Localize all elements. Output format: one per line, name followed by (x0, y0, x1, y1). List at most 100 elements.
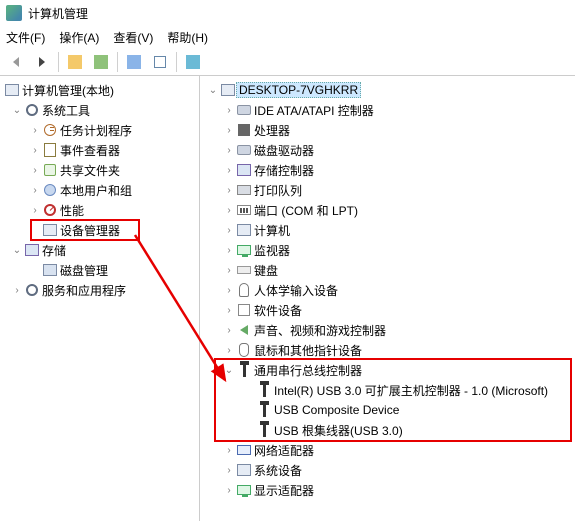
device-print[interactable]: ›打印队列 (200, 180, 575, 200)
device-disk-drive[interactable]: › 磁盘驱动器 (200, 140, 575, 160)
tree-event-viewer[interactable]: › 事件查看器 (0, 140, 199, 160)
expand-icon[interactable]: › (28, 185, 42, 196)
device-monitor[interactable]: ›监视器 (200, 240, 575, 260)
back-button[interactable] (4, 51, 28, 73)
title-bar: 计算机管理 (0, 0, 575, 26)
tree-storage[interactable]: ⌄ 存储 (0, 240, 199, 260)
device-storage-ctrl[interactable]: › 存储控制器 (200, 160, 575, 180)
software-icon (236, 302, 252, 318)
menu-file[interactable]: 文件(F) (6, 29, 45, 46)
toolbar-btn-3[interactable] (122, 51, 146, 73)
device-display[interactable]: › 显示适配器 (200, 480, 575, 500)
tree-label: 系统工具 (40, 102, 92, 119)
collapse-icon[interactable]: ⌄ (10, 105, 24, 116)
expand-icon[interactable]: › (10, 285, 24, 296)
tree-performance[interactable]: › 性能 (0, 200, 199, 220)
device-net[interactable]: › 网络适配器 (200, 440, 575, 460)
window-title: 计算机管理 (28, 5, 88, 22)
device-host[interactable]: ⌄ DESKTOP-7VGHKRR (200, 80, 575, 100)
device-label: 显示适配器 (252, 482, 316, 499)
expand-icon[interactable]: › (222, 145, 236, 156)
toolbar-btn-2[interactable] (89, 51, 113, 73)
tree-task-scheduler[interactable]: › 任务计划程序 (0, 120, 199, 140)
expand-icon[interactable]: › (222, 285, 236, 296)
tree-disk-mgmt[interactable]: 磁盘管理 (0, 260, 199, 280)
menu-view[interactable]: 查看(V) (113, 29, 153, 46)
device-label: 网络适配器 (252, 442, 316, 459)
expand-icon[interactable]: › (222, 305, 236, 316)
device-label: 端口 (COM 和 LPT) (252, 202, 360, 219)
device-usb-ctrl[interactable]: ⌄通用串行总线控制器 (200, 360, 575, 380)
toolbar-btn-5[interactable] (181, 51, 205, 73)
device-sound[interactable]: › 声音、视频和游戏控制器 (200, 320, 575, 340)
usb-icon (236, 362, 252, 378)
expand-icon[interactable]: › (222, 165, 236, 176)
port-icon (236, 202, 252, 218)
device-label: 声音、视频和游戏控制器 (252, 322, 388, 339)
expand-icon[interactable]: › (222, 485, 236, 496)
toolbar-btn-4[interactable] (148, 51, 172, 73)
device-label: 存储控制器 (252, 162, 316, 179)
tree-label: 性能 (58, 202, 86, 219)
tree-label: 任务计划程序 (58, 122, 134, 139)
keyboard-icon (236, 262, 252, 278)
tree-root[interactable]: 计算机管理(本地) (0, 80, 199, 100)
tree-local-users[interactable]: › 本地用户和组 (0, 180, 199, 200)
toolbar-icon (68, 55, 82, 69)
device-ide[interactable]: ›IDE ATA/ATAPI 控制器 (200, 100, 575, 120)
tree-label: 事件查看器 (58, 142, 122, 159)
toolbar-icon (186, 55, 200, 69)
device-ports[interactable]: › 端口 (COM 和 LPT) (200, 200, 575, 220)
network-icon (236, 442, 252, 458)
expand-icon[interactable]: › (222, 205, 236, 216)
toolbar-icon (127, 55, 141, 69)
device-usb-intel[interactable]: Intel(R) USB 3.0 可扩展主机控制器 - 1.0 (Microso… (200, 380, 575, 400)
expand-icon[interactable]: › (222, 245, 236, 256)
device-sysdev[interactable]: ›系统设备 (200, 460, 575, 480)
device-usb-composite[interactable]: USB Composite Device (200, 400, 575, 420)
device-keyboard[interactable]: ›键盘 (200, 260, 575, 280)
arrow-right-icon (39, 57, 45, 67)
expand-icon[interactable]: › (222, 265, 236, 276)
device-computer[interactable]: ›计算机 (200, 220, 575, 240)
expand-icon[interactable]: › (222, 325, 236, 336)
device-label: 磁盘驱动器 (252, 142, 316, 159)
expand-icon[interactable]: › (222, 185, 236, 196)
collapse-icon[interactable]: ⌄ (206, 85, 220, 96)
device-cpu[interactable]: ›处理器 (200, 120, 575, 140)
expand-icon[interactable]: › (222, 465, 236, 476)
hid-icon (236, 282, 252, 298)
share-icon (42, 162, 58, 178)
forward-button[interactable] (30, 51, 54, 73)
left-pane: 计算机管理(本地) ⌄ 系统工具 › 任务计划程序 › 事件查看器 › 共享文件… (0, 76, 200, 521)
menu-action[interactable]: 操作(A) (59, 29, 99, 46)
expand-icon[interactable]: › (222, 125, 236, 136)
expand-icon[interactable]: › (28, 205, 42, 216)
collapse-icon[interactable]: ⌄ (222, 365, 236, 376)
arrow-left-icon (13, 57, 19, 67)
system-icon (236, 462, 252, 478)
app-icon (6, 5, 22, 21)
device-software[interactable]: ›软件设备 (200, 300, 575, 320)
cpu-icon (236, 122, 252, 138)
tree-shared-folders[interactable]: › 共享文件夹 (0, 160, 199, 180)
expand-icon[interactable]: › (28, 125, 42, 136)
collapse-icon[interactable]: ⌄ (10, 245, 24, 256)
tree-device-manager[interactable]: 设备管理器 (0, 220, 199, 240)
device-usb-hub[interactable]: USB 根集线器(USB 3.0) (200, 420, 575, 440)
expand-icon[interactable]: › (222, 225, 236, 236)
expand-icon[interactable]: › (28, 145, 42, 156)
expand-icon[interactable]: › (222, 105, 236, 116)
device-label: 鼠标和其他指针设备 (252, 342, 364, 359)
expand-icon[interactable]: › (222, 445, 236, 456)
tree-system-tools[interactable]: ⌄ 系统工具 (0, 100, 199, 120)
toolbar-btn-1[interactable] (63, 51, 87, 73)
printer-icon (236, 182, 252, 198)
tree-label: 本地用户和组 (58, 182, 134, 199)
menu-help[interactable]: 帮助(H) (167, 29, 208, 46)
expand-icon[interactable]: › (28, 165, 42, 176)
device-mouse[interactable]: › 鼠标和其他指针设备 (200, 340, 575, 360)
device-hid[interactable]: ›人体学输入设备 (200, 280, 575, 300)
tree-services[interactable]: › 服务和应用程序 (0, 280, 199, 300)
expand-icon[interactable]: › (222, 345, 236, 356)
